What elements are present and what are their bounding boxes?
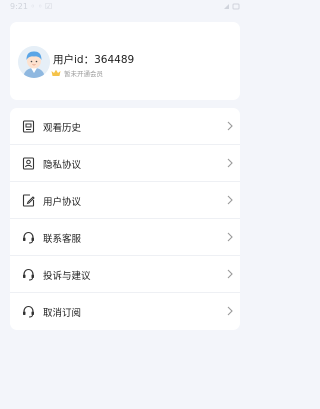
user-id-value: 364489: [94, 54, 135, 66]
status-bar: 9:21 ◦ ◦ ☑: [0, 0, 250, 14]
menu-item-label: 观看历史: [43, 123, 82, 134]
menu-item-watch-history[interactable]: 观看历史: [10, 108, 240, 145]
menu-item-label: 投诉与建议: [43, 271, 91, 282]
vip-status-text: 暂未开通会员: [64, 70, 103, 78]
user-id: 用户id：364489: [53, 52, 134, 67]
chevron-right-icon: [227, 195, 233, 205]
agreement-icon: [22, 194, 35, 207]
headset-icon: [23, 268, 34, 281]
menu-item-cancel-subscription[interactable]: 取消订阅: [10, 293, 240, 330]
menu-item-label: 联系客服: [43, 234, 82, 245]
menu-item-label: 用户协议: [43, 197, 82, 208]
menu-item-privacy-policy[interactable]: 隐私协议: [10, 145, 240, 182]
menu-item-label: 隐私协议: [43, 160, 82, 171]
signal-icon: [224, 3, 240, 10]
menu-item-contact-support[interactable]: 联系客服: [10, 219, 240, 256]
vip-status-row: 暂未开通会员: [51, 68, 103, 78]
chevron-right-icon: [227, 269, 233, 279]
menu-item-label: 取消订阅: [43, 308, 82, 319]
history-icon: [22, 120, 35, 133]
chevron-right-icon: [227, 306, 233, 316]
menu-item-feedback[interactable]: 投诉与建议: [10, 256, 240, 293]
headset-icon: [23, 305, 34, 318]
user-avatar-icon[interactable]: [18, 46, 50, 78]
status-time: 9:21 ◦ ◦ ☑: [10, 2, 53, 11]
chevron-right-icon: [227, 232, 233, 242]
chevron-right-icon: [227, 158, 233, 168]
chevron-right-icon: [227, 121, 233, 131]
profile-card[interactable]: 用户id：364489 暂未开通会员: [10, 22, 240, 100]
menu-item-user-agreement[interactable]: 用户协议: [10, 182, 240, 219]
privacy-icon: [22, 157, 35, 170]
menu-list: 观看历史 隐私协议 用户协议 联系客服 投诉与建议 取消订阅: [10, 108, 240, 330]
crown-icon: [51, 69, 61, 76]
headset-icon: [23, 231, 34, 244]
user-id-label: 用户id：: [53, 54, 95, 66]
